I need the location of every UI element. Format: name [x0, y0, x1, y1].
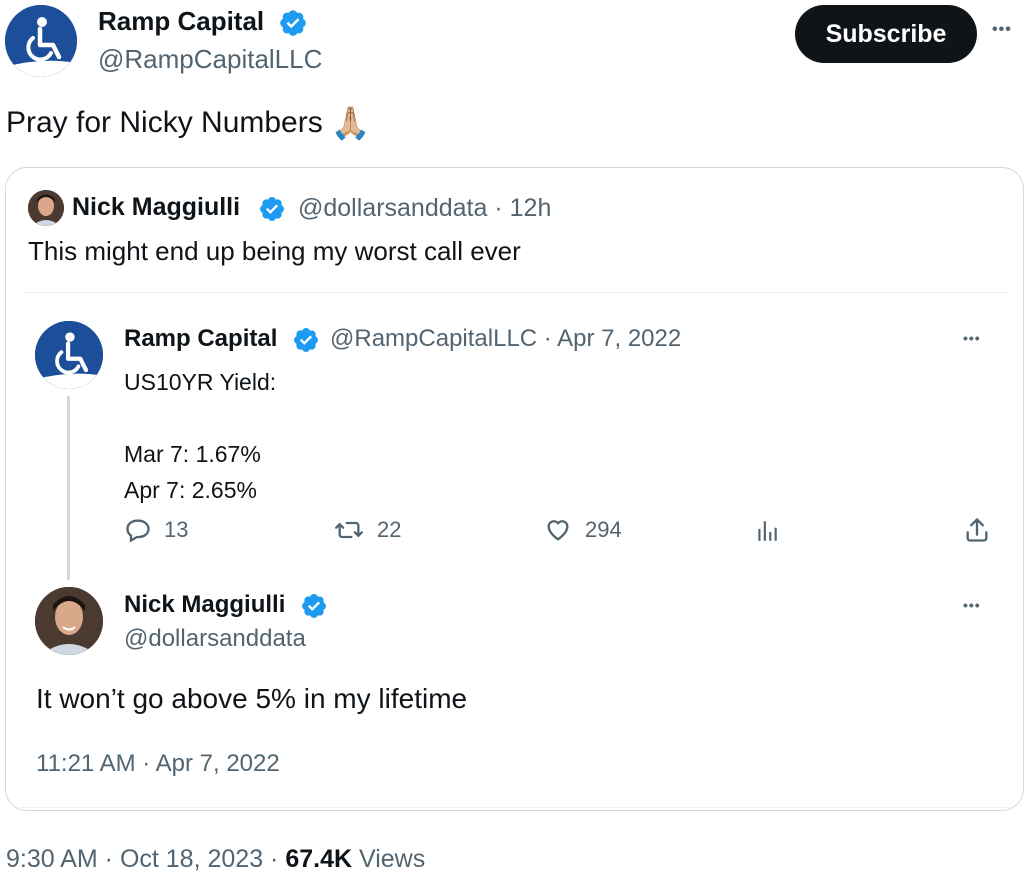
person-avatar-icon: [28, 190, 64, 226]
tweet-text: Pray for Nicky Numbers 🙏🏼: [6, 104, 371, 142]
embedded-line-2: Mar 7: 1.67%: [124, 441, 261, 467]
tweet-footer: 9:30 AM · Oct 18, 2023 · 67.4K Views: [6, 845, 425, 874]
embedded-tweet-text: US10YR Yield: Mar 7: 1.67% Apr 7: 2.65%: [124, 364, 276, 508]
praying-hands-emoji: 🙏🏼: [330, 105, 371, 141]
retweet-icon: [334, 521, 363, 539]
embedded-handle-date: @RampCapitalLLC · Apr 7, 2022: [330, 325, 681, 353]
embedded-verified-badge-icon: [292, 326, 320, 354]
embedded-date: · Apr 7, 2022: [543, 325, 682, 352]
subscribe-button[interactable]: Subscribe: [795, 5, 977, 63]
reply-icon: [126, 519, 150, 543]
embedded-author-avatar: [35, 321, 103, 389]
wheelchair-logo-icon: [5, 5, 77, 77]
verified-badge-icon: [278, 8, 308, 38]
tweet-text-content: Pray for Nicky Numbers: [6, 106, 323, 139]
embedded-line-1: US10YR Yield:: [124, 369, 277, 395]
embedded-handle: @RampCapitalLLC: [330, 325, 538, 352]
quote-author-name[interactable]: Nick Maggiulli: [72, 193, 240, 222]
heart-icon: [547, 520, 569, 541]
share-action: [963, 516, 991, 544]
embedded-reply-verified-icon: [300, 592, 328, 620]
quote-text: This might end up being my worst call ev…: [28, 236, 521, 266]
more-options-icon[interactable]: •••: [992, 22, 1012, 38]
like-action: 294: [543, 516, 622, 544]
quote-author-avatar[interactable]: [28, 190, 64, 226]
embedded-author-name: Ramp Capital: [124, 325, 278, 352]
quote-verified-badge-icon: [258, 195, 286, 223]
views-count: 67.4K: [285, 845, 353, 873]
reply-count: 13: [164, 517, 189, 542]
embedded-line-3: Apr 7: 2.65%: [124, 477, 257, 503]
author-avatar[interactable]: [5, 5, 77, 77]
embedded-reply-timestamp: 11:21 AM · Apr 7, 2022: [36, 750, 280, 777]
quote-author-handle[interactable]: @dollarsanddata · 12h: [298, 194, 551, 223]
retweet-count: 22: [377, 517, 402, 542]
reply-action: 13: [124, 516, 188, 544]
person-avatar-icon: [35, 587, 103, 655]
retweet-action: 22: [333, 516, 401, 544]
embedded-reply-handle: @dollarsanddata: [124, 625, 306, 652]
embedded-reply-avatar: [35, 587, 103, 655]
embedded-reply-name: Nick Maggiulli: [124, 591, 286, 618]
share-icon: [966, 518, 988, 542]
author-handle[interactable]: @RampCapitalLLC: [98, 44, 322, 75]
like-count: 294: [585, 517, 622, 542]
thread-connector-line: [67, 396, 70, 580]
quote-time: · 12h: [494, 194, 552, 222]
wheelchair-logo-icon: [35, 321, 103, 389]
analytics-action: [754, 518, 780, 544]
tweet-timestamp[interactable]: 9:30 AM · Oct 18, 2023 ·: [6, 845, 278, 873]
author-display-name[interactable]: Ramp Capital: [98, 6, 264, 37]
quote-handle-text: @dollarsanddata: [298, 194, 488, 222]
embedded-more-icon: •••: [963, 330, 981, 346]
analytics-icon: [758, 521, 777, 541]
embedded-reply-more-icon: •••: [963, 597, 981, 613]
views-label: Views: [359, 845, 426, 873]
embedded-reply-text: It won’t go above 5% in my lifetime: [36, 683, 468, 714]
